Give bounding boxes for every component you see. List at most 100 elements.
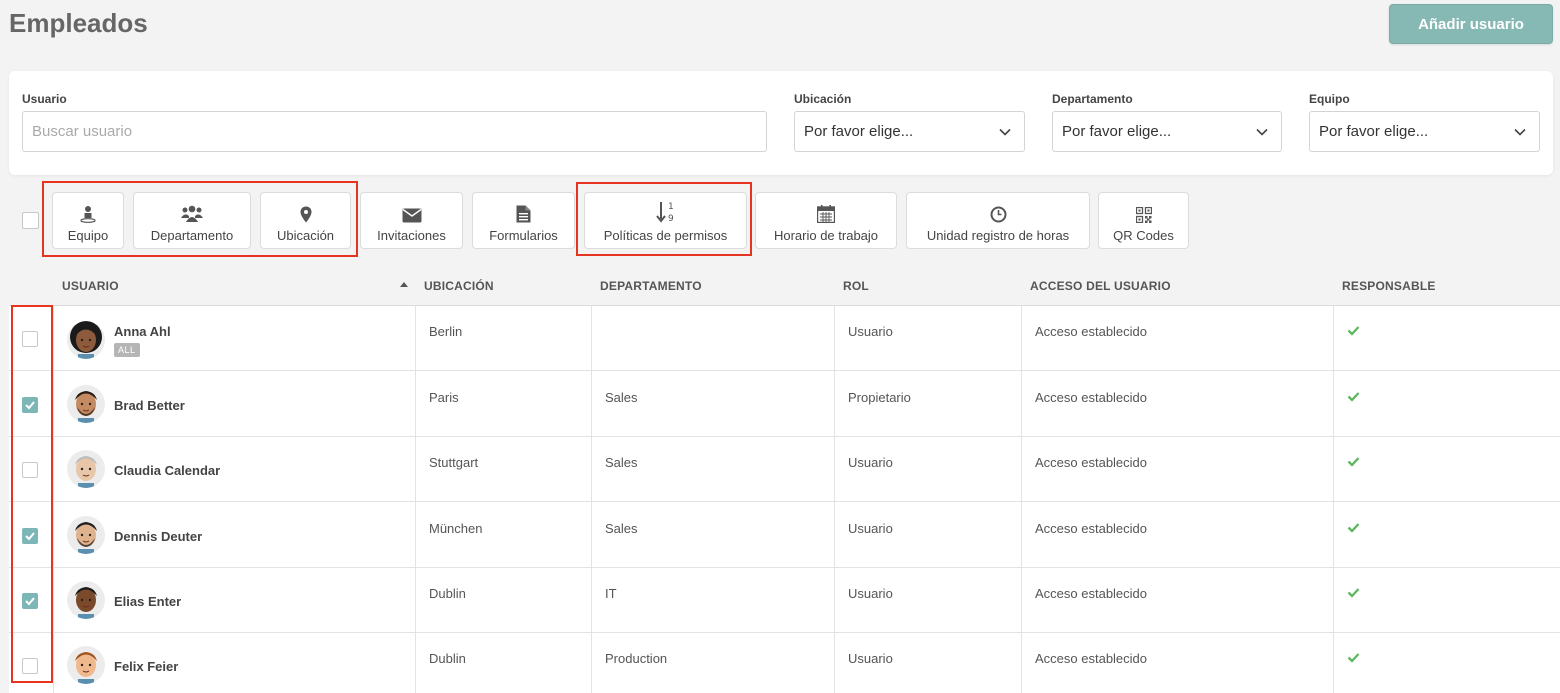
- sort-ascending-icon[interactable]: [400, 282, 408, 287]
- qr-codes-button[interactable]: QR Codes: [1098, 192, 1189, 249]
- row-checkbox[interactable]: [22, 331, 38, 347]
- responsible-check-icon: [1347, 456, 1360, 467]
- avatar: [67, 581, 105, 619]
- permission-policies-button[interactable]: 19 Políticas de permisos: [584, 192, 747, 249]
- location-button[interactable]: Ubicación: [260, 192, 351, 249]
- location-button-label: Ubicación: [276, 228, 335, 243]
- responsible-check-icon: [1347, 391, 1360, 402]
- department-cell: Production: [605, 651, 668, 666]
- department-cell: Sales: [605, 390, 638, 405]
- location-cell: Dublin: [429, 651, 466, 666]
- team-select[interactable]: Por favor elige...: [1309, 111, 1540, 152]
- department-cell: Sales: [605, 521, 638, 536]
- row-checkbox[interactable]: [22, 528, 38, 544]
- role-cell: Usuario: [848, 651, 893, 666]
- responsible-check-icon: [1347, 325, 1360, 336]
- user-name[interactable]: Elias Enter: [114, 594, 181, 609]
- role-cell: Usuario: [848, 324, 893, 339]
- avatar: [67, 385, 105, 423]
- department-select[interactable]: Por favor elige...: [1052, 111, 1282, 152]
- invitations-button[interactable]: Invitaciones: [360, 192, 463, 249]
- search-input[interactable]: Buscar usuario: [22, 111, 767, 152]
- location-select[interactable]: Por favor elige...: [794, 111, 1025, 152]
- role-cell: Usuario: [848, 586, 893, 601]
- sort-numeric-icon: 19: [655, 202, 674, 223]
- chevron-down-icon: [1256, 128, 1268, 136]
- checkmark-icon: [25, 401, 35, 410]
- team-badge: ALL: [114, 343, 140, 357]
- checkmark-icon: [25, 532, 35, 541]
- location-select-value: Por favor elige...: [804, 123, 914, 140]
- table-row[interactable]: [9, 568, 1560, 633]
- page-title: Empleados: [9, 8, 148, 38]
- column-header-access[interactable]: ACCESO DEL USUARIO: [1030, 279, 1171, 293]
- work-schedule-button-label: Horario de trabajo: [773, 228, 879, 243]
- responsible-check-icon: [1347, 522, 1360, 533]
- location-cell: Berlin: [429, 324, 463, 339]
- team-select-value: Por favor elige...: [1319, 123, 1429, 140]
- access-cell: Acceso establecido: [1035, 390, 1148, 405]
- table-row[interactable]: [9, 437, 1560, 502]
- column-header-role[interactable]: ROL: [843, 279, 869, 293]
- location-cell: Paris: [429, 390, 459, 405]
- responsible-check-icon: [1347, 652, 1360, 663]
- avatar: [67, 646, 105, 684]
- user-filter-label: Usuario: [22, 92, 67, 106]
- row-checkbox[interactable]: [22, 658, 38, 674]
- time-tracking-unit-button-label: Unidad registro de horas: [926, 228, 1070, 243]
- row-checkbox[interactable]: [22, 397, 38, 413]
- access-cell: Acceso establecido: [1035, 521, 1148, 536]
- column-header-department[interactable]: DEPARTAMENTO: [600, 279, 702, 293]
- svg-text:9: 9: [668, 214, 674, 223]
- time-tracking-unit-button[interactable]: Unidad registro de horas: [906, 192, 1090, 249]
- users-icon: [181, 205, 203, 222]
- user-name[interactable]: Felix Feier: [114, 659, 178, 674]
- access-cell: Acceso establecido: [1035, 455, 1148, 470]
- department-button[interactable]: Departamento: [133, 192, 251, 249]
- avatar: [67, 450, 105, 488]
- table-header: USUARIO UBICACIÓN DEPARTAMENTO ROL ACCES…: [9, 265, 1560, 306]
- team-button-label: Equipo: [67, 228, 109, 243]
- responsible-check-icon: [1347, 587, 1360, 598]
- department-filter-label: Departamento: [1052, 92, 1133, 106]
- user-name[interactable]: Brad Better: [114, 398, 185, 413]
- location-filter-label: Ubicación: [794, 92, 852, 106]
- clock-icon: [990, 206, 1006, 223]
- row-checkbox[interactable]: [22, 593, 38, 609]
- forms-button-label: Formularios: [489, 228, 558, 243]
- user-name[interactable]: Dennis Deuter: [114, 529, 202, 544]
- qr-codes-button-label: QR Codes: [1113, 228, 1174, 243]
- column-header-location[interactable]: UBICACIÓN: [424, 279, 494, 293]
- team-button[interactable]: Equipo: [52, 192, 124, 249]
- column-header-user[interactable]: USUARIO: [62, 279, 119, 293]
- forms-button[interactable]: Formularios: [472, 192, 575, 249]
- permission-policies-button-label: Políticas de permisos: [603, 228, 728, 243]
- user-name[interactable]: Claudia Calendar: [114, 463, 220, 478]
- select-all-checkbox[interactable]: [22, 212, 39, 229]
- document-icon: [516, 205, 531, 223]
- row-checkbox[interactable]: [22, 462, 38, 478]
- table-row[interactable]: [9, 372, 1560, 437]
- department-cell: Sales: [605, 455, 638, 470]
- checkmark-icon: [25, 597, 35, 606]
- access-cell: Acceso establecido: [1035, 651, 1148, 666]
- location-cell: München: [429, 521, 483, 536]
- location-cell: Stuttgart: [429, 455, 479, 470]
- table-row[interactable]: [9, 633, 1560, 693]
- table-row[interactable]: [9, 306, 1560, 371]
- column-header-responsible[interactable]: RESPONSABLE: [1342, 279, 1436, 293]
- team-filter-label: Equipo: [1309, 92, 1350, 106]
- svg-text:1: 1: [668, 202, 674, 212]
- work-schedule-button[interactable]: Horario de trabajo: [755, 192, 897, 249]
- envelope-icon: [402, 208, 421, 223]
- filter-card: Usuario Buscar usuario Ubicación Por fav…: [9, 71, 1553, 175]
- invitations-button-label: Invitaciones: [377, 228, 446, 243]
- table-row[interactable]: [9, 503, 1560, 568]
- user-name[interactable]: Anna Ahl: [114, 324, 171, 339]
- add-user-button[interactable]: Añadir usuario: [1389, 4, 1553, 44]
- avatar: [67, 321, 105, 359]
- department-cell: IT: [605, 586, 617, 601]
- role-cell: Usuario: [848, 521, 893, 536]
- department-button-label: Departamento: [150, 228, 234, 243]
- access-cell: Acceso establecido: [1035, 586, 1148, 601]
